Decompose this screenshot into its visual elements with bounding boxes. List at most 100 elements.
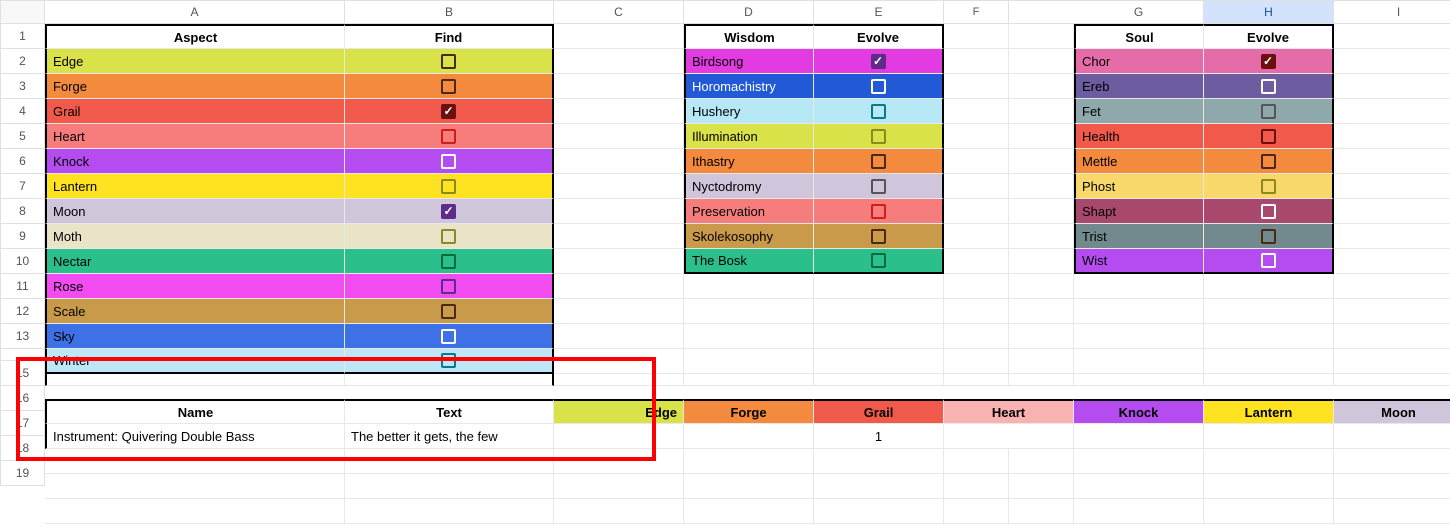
row-header[interactable]: 18 [0, 436, 45, 461]
result-forge[interactable] [684, 424, 814, 449]
empty-cell[interactable] [1334, 174, 1450, 199]
empty-cell[interactable] [814, 499, 944, 524]
wisdom-row-hushery[interactable]: Hushery [684, 99, 814, 124]
empty-cell[interactable] [684, 449, 814, 474]
empty-cell[interactable] [345, 449, 554, 474]
empty-cell[interactable] [944, 49, 1009, 74]
clipped-cell[interactable] [554, 374, 684, 386]
wisdom-header-evolve[interactable]: Evolve [814, 24, 944, 49]
aspect-check-knock[interactable] [345, 149, 554, 174]
empty-cell[interactable] [1334, 74, 1450, 99]
empty-cell[interactable] [1334, 24, 1450, 49]
empty-cell[interactable] [554, 124, 684, 149]
checkbox-icon[interactable] [441, 229, 456, 244]
aspect-header-find[interactable]: Find [345, 24, 554, 49]
empty-cell[interactable] [944, 474, 1009, 499]
checkbox-icon[interactable] [441, 79, 456, 94]
empty-cell[interactable] [684, 499, 814, 524]
aspect-check-nectar[interactable] [345, 249, 554, 274]
soul-check-phost[interactable] [1204, 174, 1334, 199]
result-header-grail[interactable]: Grail [814, 399, 944, 424]
aspect-row-edge[interactable]: Edge [45, 49, 345, 74]
col-header-G[interactable]: G [1074, 0, 1204, 24]
checkbox-icon[interactable] [871, 229, 886, 244]
empty-cell[interactable] [814, 274, 944, 299]
empty-cell[interactable] [944, 74, 1009, 99]
checkbox-icon[interactable] [871, 179, 886, 194]
row-header-14[interactable] [0, 349, 45, 361]
row-header[interactable]: 8 [0, 199, 45, 224]
result-header-forge[interactable]: Forge [684, 399, 814, 424]
soul-check-wist[interactable] [1204, 249, 1334, 274]
soul-row-fet[interactable]: Fet [1074, 99, 1204, 124]
result-header-text[interactable]: Text [345, 399, 554, 424]
empty-cell[interactable] [1009, 224, 1074, 249]
result-header-knock[interactable]: Knock [1074, 399, 1204, 424]
aspect-row-moon[interactable]: Moon [45, 199, 345, 224]
row-header[interactable]: 6 [0, 149, 45, 174]
soul-row-mettle[interactable]: Mettle [1074, 149, 1204, 174]
checkbox-icon[interactable] [441, 154, 456, 169]
aspect-check-edge[interactable] [345, 49, 554, 74]
wisdom-row-horomachistry[interactable]: Horomachistry [684, 74, 814, 99]
empty-cell[interactable] [1334, 299, 1450, 324]
soul-row-ereb[interactable]: Ereb [1074, 74, 1204, 99]
clipped-cell[interactable] [1009, 374, 1074, 386]
col-header-C[interactable]: C [554, 0, 684, 24]
empty-cell[interactable] [1009, 199, 1074, 224]
col-header-F[interactable]: F [944, 0, 1009, 24]
row-header[interactable]: 16 [0, 386, 45, 411]
clipped-cell[interactable] [814, 374, 944, 386]
empty-cell[interactable] [1074, 449, 1204, 474]
row-header[interactable]: 2 [0, 49, 45, 74]
empty-cell[interactable] [684, 349, 814, 374]
row-header[interactable]: 1 [0, 24, 45, 49]
empty-cell[interactable] [944, 324, 1009, 349]
wisdom-check-illumination[interactable] [814, 124, 944, 149]
aspect-row-moth[interactable]: Moth [45, 224, 345, 249]
aspect-check-sky[interactable] [345, 324, 554, 349]
aspect-check-moth[interactable] [345, 224, 554, 249]
empty-cell[interactable] [1074, 274, 1204, 299]
aspect-row-heart[interactable]: Heart [45, 124, 345, 149]
checkbox-icon[interactable] [871, 54, 886, 69]
soul-row-shapt[interactable]: Shapt [1074, 199, 1204, 224]
soul-check-mettle[interactable] [1204, 149, 1334, 174]
checkbox-icon[interactable] [1261, 154, 1276, 169]
checkbox-icon[interactable] [1261, 229, 1276, 244]
wisdom-header-name[interactable]: Wisdom [684, 24, 814, 49]
empty-cell[interactable] [684, 324, 814, 349]
result-knock[interactable] [1074, 424, 1204, 449]
aspect-check-scale[interactable] [345, 299, 554, 324]
checkbox-icon[interactable] [1261, 204, 1276, 219]
wisdom-check-skolekosophy[interactable] [814, 224, 944, 249]
checkbox-icon[interactable] [871, 79, 886, 94]
aspect-check-grail[interactable] [345, 99, 554, 124]
soul-check-ereb[interactable] [1204, 74, 1334, 99]
wisdom-check-hushery[interactable] [814, 99, 944, 124]
empty-cell[interactable] [1009, 274, 1074, 299]
checkbox-icon[interactable] [871, 253, 886, 268]
empty-cell[interactable] [1074, 499, 1204, 524]
soul-check-fet[interactable] [1204, 99, 1334, 124]
empty-cell[interactable] [554, 299, 684, 324]
empty-cell[interactable] [554, 274, 684, 299]
result-grail[interactable]: 1 [814, 424, 944, 449]
empty-cell[interactable] [1009, 249, 1074, 274]
row-header[interactable]: 15 [0, 361, 45, 386]
empty-cell[interactable] [1334, 149, 1450, 174]
empty-cell[interactable] [1334, 274, 1450, 299]
empty-cell[interactable] [554, 449, 684, 474]
empty-cell[interactable] [554, 74, 684, 99]
result-header-lantern[interactable]: Lantern [1204, 399, 1334, 424]
wisdom-row-illumination[interactable]: Illumination [684, 124, 814, 149]
empty-cell[interactable] [1009, 349, 1074, 374]
soul-check-shapt[interactable] [1204, 199, 1334, 224]
empty-cell[interactable] [1009, 174, 1074, 199]
checkbox-icon[interactable] [441, 204, 456, 219]
checkbox-icon[interactable] [441, 254, 456, 269]
empty-cell[interactable] [1204, 324, 1334, 349]
checkbox-icon[interactable] [441, 279, 456, 294]
row-header[interactable]: 19 [0, 461, 45, 486]
col-header-A[interactable]: A [45, 0, 345, 24]
